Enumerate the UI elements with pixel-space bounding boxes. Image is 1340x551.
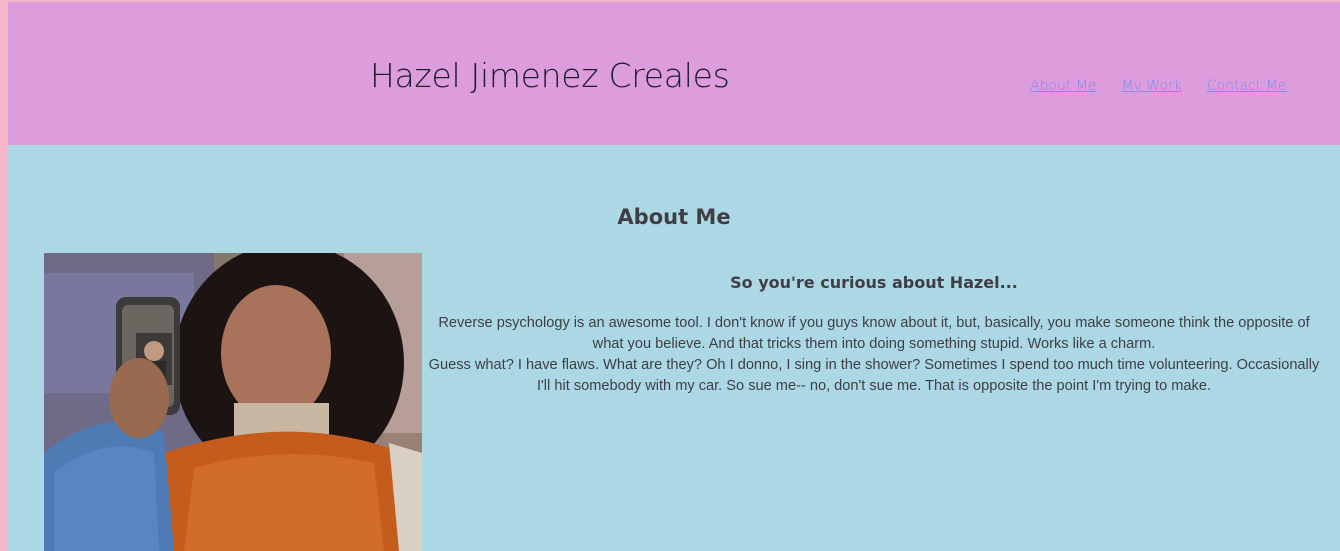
nav-link-about-me[interactable]: About Me <box>1030 78 1097 94</box>
site-title: Hazel Jimenez Creales <box>370 56 730 95</box>
about-paragraph-2: Guess what? I have flaws. What are they?… <box>428 357 1320 394</box>
profile-photo <box>44 253 422 551</box>
about-section: About Me So you're curious about Hazel..… <box>8 145 1340 551</box>
about-subheading: So you're curious about Hazel... <box>730 273 1018 292</box>
nav-link-contact-me[interactable]: Contact Me <box>1207 78 1287 94</box>
site-header: Hazel Jimenez Creales About Me My Work C… <box>8 2 1340 145</box>
about-text: So you're curious about Hazel... Reverse… <box>426 273 1322 397</box>
main-nav: About Me My Work Contact Me <box>1030 78 1286 94</box>
section-title: About Me <box>617 205 731 229</box>
profile-photo-illustration <box>44 253 422 551</box>
page: Hazel Jimenez Creales About Me My Work C… <box>0 0 1340 551</box>
about-paragraph-1: Reverse psychology is an awesome tool. I… <box>438 315 1310 352</box>
nav-link-my-work[interactable]: My Work <box>1122 78 1182 94</box>
